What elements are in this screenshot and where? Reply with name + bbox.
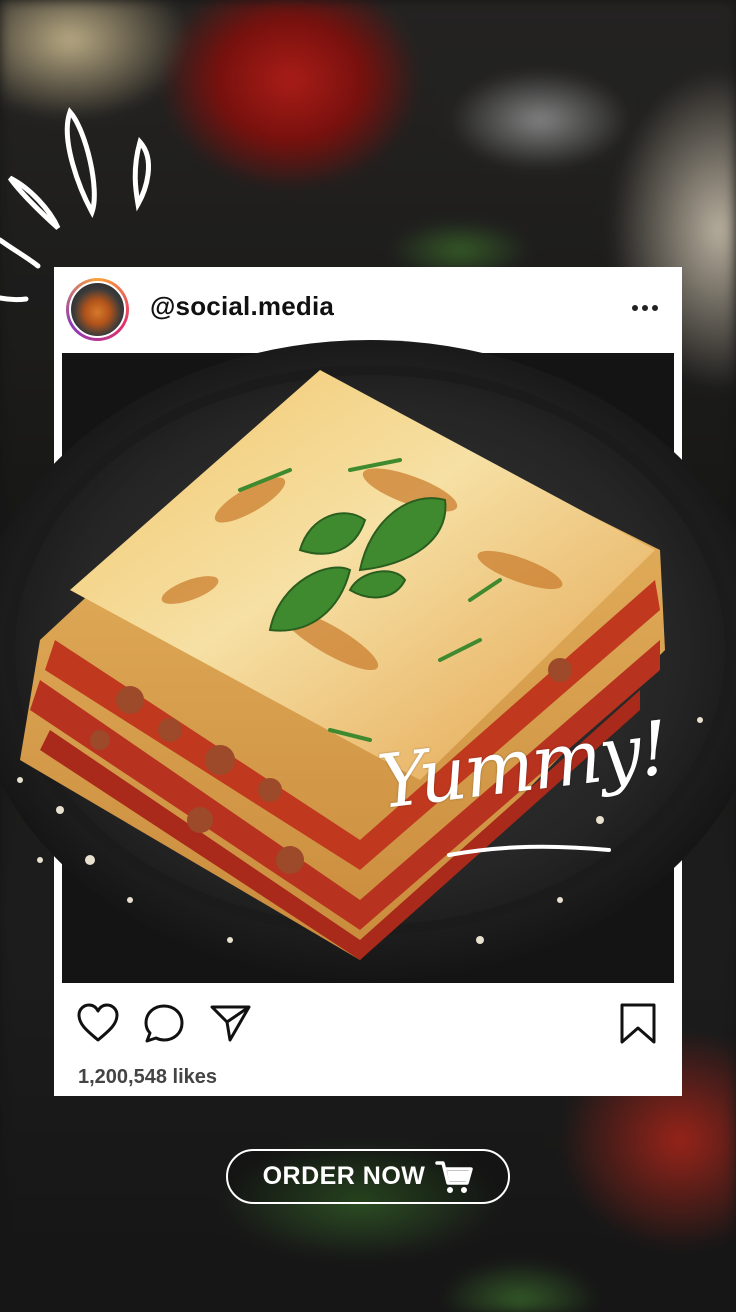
heart-icon[interactable] [76, 1002, 120, 1046]
order-now-button[interactable]: ORDER NOW [226, 1149, 510, 1204]
avatar[interactable] [66, 278, 129, 341]
send-icon[interactable] [208, 1002, 252, 1046]
bookmark-icon[interactable] [616, 1002, 660, 1046]
username[interactable]: @social.media [150, 291, 334, 322]
avatar-image [69, 281, 126, 338]
post-actions [54, 1002, 682, 1062]
yummy-overlay: Yummy! [374, 705, 672, 900]
likes-count[interactable]: 1,200,548 likes [78, 1066, 217, 1089]
order-now-label: ORDER NOW [262, 1162, 426, 1190]
shopping-cart-icon [435, 1160, 474, 1193]
post-card: @social.media 1,200,548 likes [54, 267, 682, 1096]
comment-icon[interactable] [142, 1002, 186, 1046]
post-header: @social.media [54, 267, 682, 353]
more-options-icon[interactable] [630, 301, 660, 315]
underline-flourish [447, 844, 611, 857]
